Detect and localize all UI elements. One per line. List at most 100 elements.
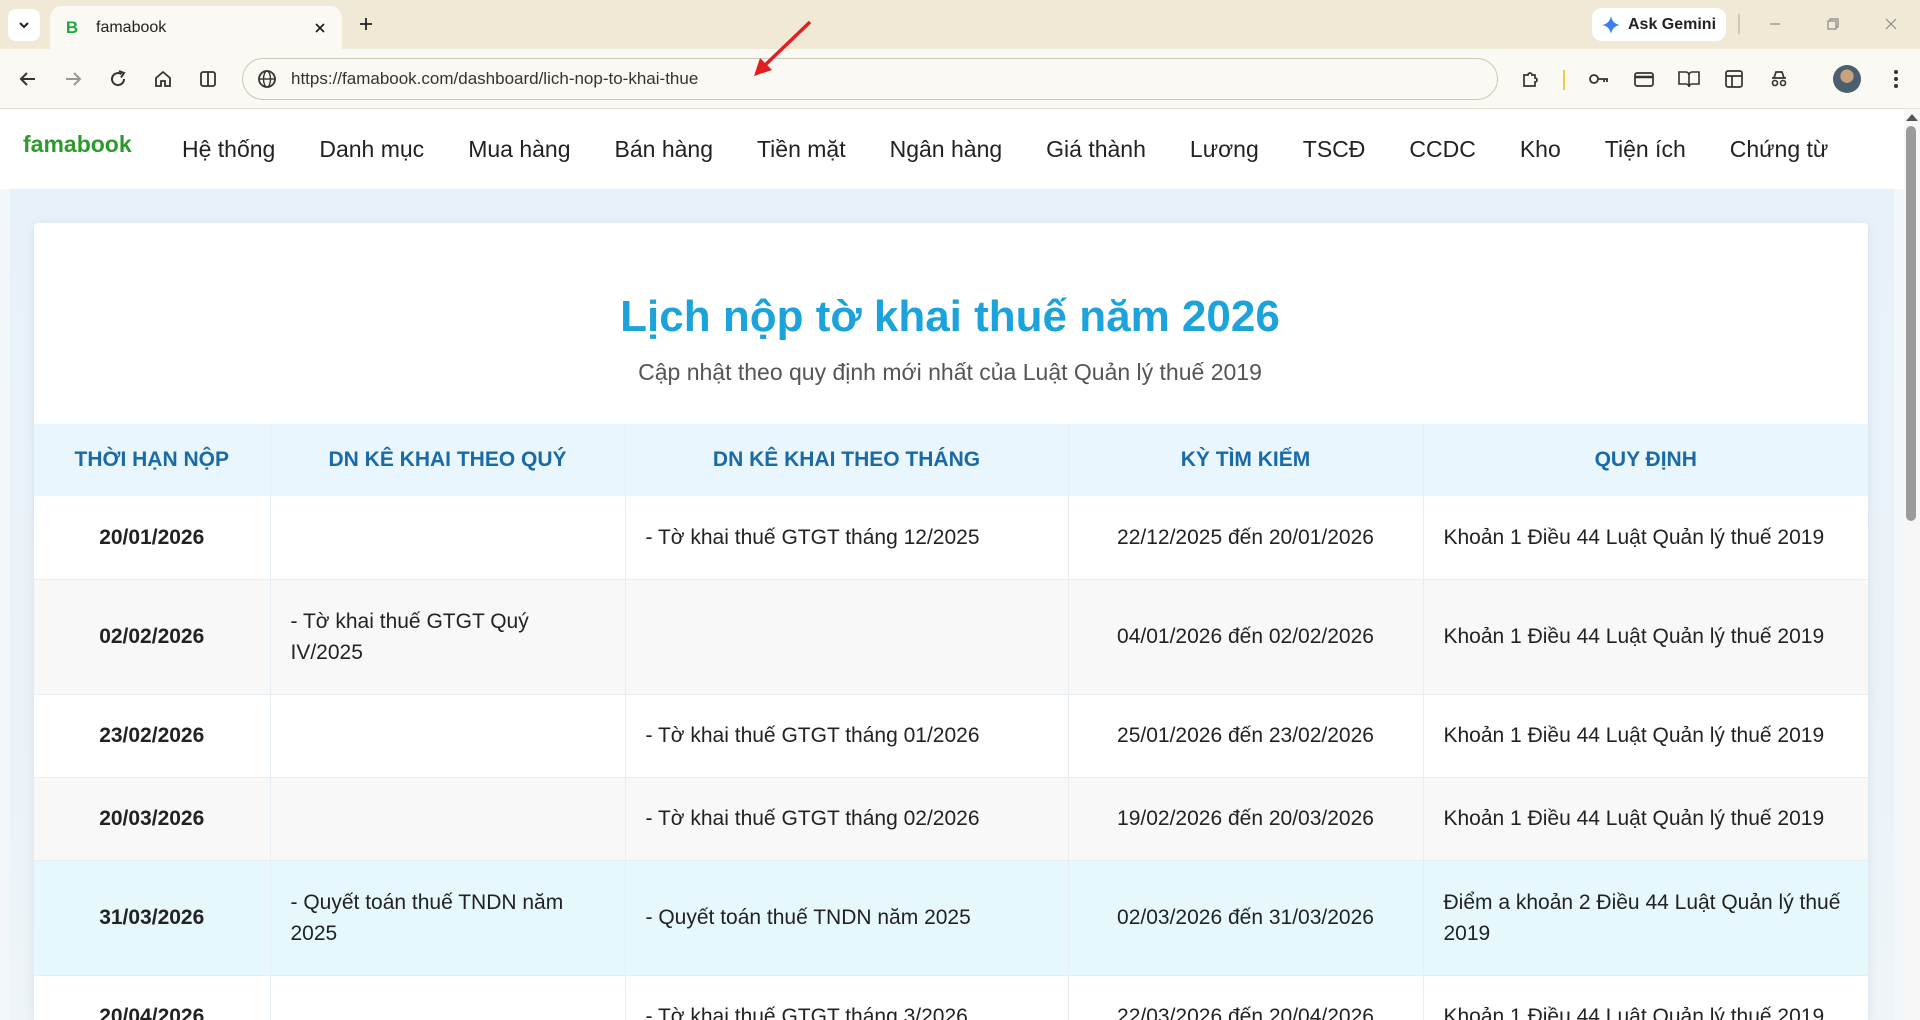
split-view-button[interactable] (192, 63, 224, 95)
close-icon (1885, 18, 1897, 30)
header-period: KỲ TÌM KIẾM (1068, 424, 1424, 496)
incognito-icon (1771, 71, 1787, 87)
url-text[interactable]: https://famabook.com/dashboard/lich-nop-… (291, 69, 698, 89)
menu-kho[interactable]: Kho (1498, 136, 1583, 163)
quarterly-cell (270, 777, 626, 861)
monthly-cell: - Quyết toán thuế TNDN năm 2025 (625, 860, 1069, 976)
rule-cell: Khoản 1 Điều 44 Luật Quản lý thuế 2019 (1423, 777, 1868, 861)
incognito-button[interactable] (1763, 63, 1795, 95)
table-row: 20/01/2026 - Tờ khai thuế GTGT tháng 12/… (34, 496, 1868, 580)
monthly-cell: - Tờ khai thuế GTGT tháng 3/2026 (625, 975, 1069, 1020)
site-info-button[interactable] (247, 59, 287, 99)
header-monthly: DN KÊ KHAI THEO THÁNG (625, 424, 1069, 496)
browser-tab[interactable]: B famabook (50, 6, 342, 49)
browser-tab-strip: B famabook Ask Gemini (0, 0, 1920, 49)
page-title: Lịch nộp tờ khai thuế năm 2026 (620, 292, 1280, 341)
menu-danh-muc[interactable]: Danh mục (297, 136, 446, 163)
menu-gia-thanh[interactable]: Giá thành (1024, 136, 1168, 163)
rule-cell: Khoản 1 Điều 44 Luật Quản lý thuế 2019 (1423, 975, 1868, 1020)
key-icon (1589, 74, 1608, 84)
ask-gemini-button[interactable]: Ask Gemini (1592, 8, 1726, 41)
chevron-down-icon (19, 22, 29, 29)
menu-ccdc[interactable]: CCDC (1387, 136, 1497, 163)
menu-tscd[interactable]: TSCĐ (1281, 136, 1388, 163)
scrollbar-thumb[interactable] (1906, 126, 1916, 521)
menu-mua-hang[interactable]: Mua hàng (446, 136, 592, 163)
menu-chung-tu[interactable]: Chứng từ (1708, 136, 1851, 163)
forward-button[interactable] (57, 63, 89, 95)
plus-icon (360, 18, 372, 30)
period-cell: 04/01/2026 đến 02/02/2026 (1068, 579, 1424, 695)
arrow-right-icon (66, 72, 82, 86)
menu-tien-mat[interactable]: Tiền mặt (735, 136, 868, 163)
quarterly-cell (270, 694, 626, 778)
site-info-icon (258, 70, 276, 88)
profile-avatar[interactable] (1833, 65, 1861, 93)
tab-close-button[interactable] (310, 18, 330, 38)
book-icon (1678, 71, 1700, 88)
home-icon (155, 70, 171, 87)
new-tab-button[interactable] (352, 10, 380, 38)
menu-luong[interactable]: Lương (1168, 136, 1281, 163)
famabook-favicon-icon: B (65, 17, 79, 37)
home-button[interactable] (147, 63, 179, 95)
restore-icon (1827, 18, 1839, 30)
deadline-cell: 23/02/2026 (34, 694, 271, 778)
arrow-left-icon (19, 72, 35, 86)
passwords-button[interactable] (1583, 63, 1615, 95)
brand-logo[interactable]: famabook (23, 131, 132, 158)
deadline-cell: 20/04/2026 (34, 975, 271, 1020)
browser-toolbar: https://famabook.com/dashboard/lich-nop-… (0, 49, 1920, 109)
reading-mode-button[interactable] (1673, 63, 1705, 95)
header-rule: QUY ĐỊNH (1423, 424, 1868, 496)
deadline-cell: 20/01/2026 (34, 496, 271, 580)
rule-cell: Khoản 1 Điều 44 Luật Quản lý thuế 2019 (1423, 579, 1868, 695)
monthly-cell: - Tờ khai thuế GTGT tháng 01/2026 (625, 694, 1069, 778)
restore-button[interactable] (1810, 10, 1856, 38)
page-subtitle: Cập nhật theo quy định mới nhất của Luật… (638, 359, 1262, 385)
close-icon (315, 22, 325, 33)
quarterly-cell: - Quyết toán thuế TNDN năm 2025 (270, 860, 626, 976)
address-bar[interactable]: https://famabook.com/dashboard/lich-nop-… (242, 58, 1498, 100)
monthly-cell (625, 579, 1069, 695)
back-button[interactable] (12, 63, 44, 95)
reload-icon (111, 70, 126, 87)
minimize-button[interactable] (1752, 10, 1798, 38)
period-cell: 22/03/2026 đến 20/04/2026 (1068, 975, 1424, 1020)
deadline-cell: 20/03/2026 (34, 777, 271, 861)
tax-schedule-table: THỜI HẠN NỘP DN KÊ KHAI THEO QUÝ DN KÊ K… (34, 424, 1868, 1020)
annotation-arrow-icon (754, 20, 812, 76)
deadline-cell: 31/03/2026 (34, 860, 271, 976)
monthly-cell: - Tờ khai thuế GTGT tháng 02/2026 (625, 777, 1069, 861)
period-cell: 02/03/2026 đến 31/03/2026 (1068, 860, 1424, 976)
close-window-button[interactable] (1868, 10, 1914, 38)
extensions-button[interactable] (1515, 63, 1547, 95)
rule-cell: Điểm a khoản 2 Điều 44 Luật Quản lý thuế… (1423, 860, 1868, 976)
deadline-cell: 02/02/2026 (34, 579, 271, 695)
table-row: 23/02/2026 - Tờ khai thuế GTGT tháng 01/… (34, 694, 1868, 778)
menu-ban-hang[interactable]: Bán hàng (593, 136, 735, 163)
monthly-cell: - Tờ khai thuế GTGT tháng 12/2025 (625, 496, 1069, 580)
scroll-up-icon[interactable] (1906, 114, 1918, 121)
menu-ngan-hang[interactable]: Ngân hàng (868, 136, 1025, 163)
ask-gemini-label: Ask Gemini (1627, 15, 1717, 33)
divider (1563, 70, 1565, 90)
credit-card-icon (1634, 72, 1654, 87)
quarterly-cell: - Tờ khai thuế GTGT Quý IV/2025 (270, 579, 626, 695)
payment-methods-button[interactable] (1628, 63, 1660, 95)
table-header-row: THỜI HẠN NỘP DN KÊ KHAI THEO QUÝ DN KÊ K… (34, 424, 1868, 496)
site-navbar: famabook Hệ thống Danh mục Mua hàng Bán … (0, 109, 1904, 189)
menu-he-thong[interactable]: Hệ thống (160, 136, 297, 163)
table-row: 20/03/2026 - Tờ khai thuế GTGT tháng 02/… (34, 777, 1868, 861)
tab-search-button[interactable] (8, 9, 40, 41)
minimize-icon (1770, 23, 1780, 25)
table-row: 02/02/2026 - Tờ khai thuế GTGT Quý IV/20… (34, 579, 1868, 695)
tab-layout-button[interactable] (1718, 63, 1750, 95)
layout-icon (1725, 70, 1743, 88)
reload-button[interactable] (102, 63, 134, 95)
main-menu: Hệ thống Danh mục Mua hàng Bán hàng Tiền… (160, 109, 1850, 189)
chrome-menu-button[interactable] (1880, 63, 1912, 95)
header-deadline: THỜI HẠN NỘP (34, 424, 271, 496)
menu-tien-ich[interactable]: Tiện ích (1583, 136, 1708, 163)
rule-cell: Khoản 1 Điều 44 Luật Quản lý thuế 2019 (1423, 496, 1868, 580)
